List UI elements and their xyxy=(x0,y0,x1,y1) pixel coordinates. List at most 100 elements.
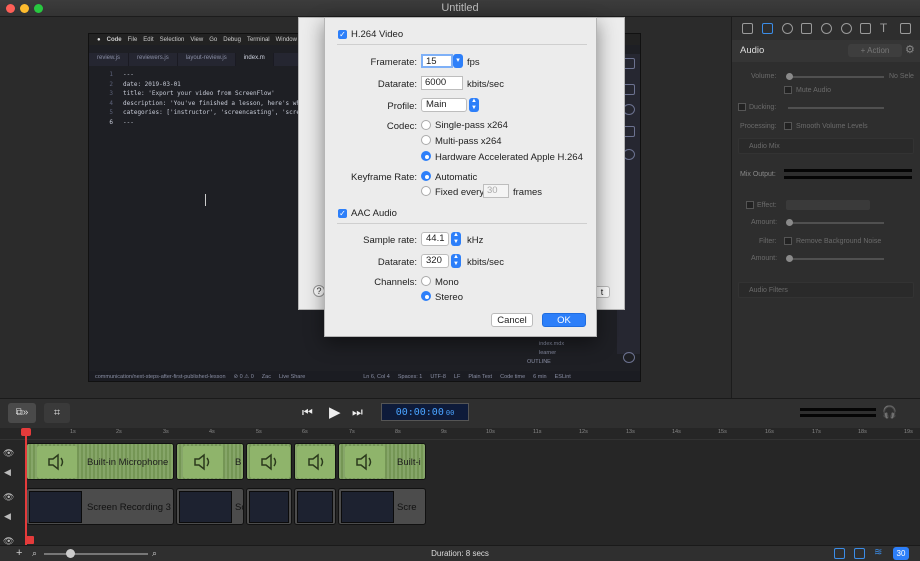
audio-clip[interactable]: Built-i xyxy=(338,443,426,480)
speaker-icon[interactable]: ◀ xyxy=(4,467,11,478)
volume-knob[interactable] xyxy=(786,73,793,80)
touch-callout-tab-icon[interactable] xyxy=(840,22,852,34)
audio-datarate-stepper-icon[interactable]: ▲ ▼ xyxy=(451,254,461,268)
effect-amount-knob[interactable] xyxy=(786,219,793,226)
video-clip[interactable]: Scre xyxy=(338,488,426,525)
codec-single-pass-label: Single-pass x264 xyxy=(435,120,508,131)
playhead[interactable] xyxy=(25,428,27,545)
video-clip[interactable]: Screen Recording 3 xyxy=(26,488,174,525)
screen-recording-tab-icon[interactable] xyxy=(801,22,813,34)
mute-audio-checkbox[interactable] xyxy=(784,86,792,94)
video-thumbnail xyxy=(179,491,232,523)
status-branch: communication/next-steps-after-first-pub… xyxy=(95,373,226,380)
audio-clip-label: Built-i xyxy=(397,457,421,468)
audio-clip[interactable] xyxy=(246,443,292,480)
volume-slider[interactable] xyxy=(788,76,884,78)
status-problems: ⊘ 0 ⚠ 0 xyxy=(233,373,254,380)
layout-toggle-icon[interactable]: ⧉» xyxy=(8,403,36,423)
track-controls-video: 👁 ◀ xyxy=(0,486,22,526)
video-clip[interactable]: Sc xyxy=(176,488,244,525)
effect-amount-label: Amount: xyxy=(751,219,778,226)
text-tab-icon[interactable]: T xyxy=(880,22,891,34)
menu-terminal: Terminal xyxy=(246,36,270,43)
video-clip[interactable] xyxy=(246,488,292,525)
annotations-tab-icon[interactable] xyxy=(860,22,872,34)
codec-hardware-label: Hardware Accelerated Apple H.264 xyxy=(435,152,583,163)
status-eol: LF xyxy=(453,373,461,380)
audio-filters-section[interactable]: Audio Filters xyxy=(738,282,914,298)
play-icon[interactable]: ▶ xyxy=(329,403,341,421)
codec-multi-pass-radio[interactable] xyxy=(421,135,431,145)
aac-audio-checkbox[interactable]: ✓ xyxy=(338,209,347,218)
codec-hardware-radio[interactable] xyxy=(421,151,431,161)
profile-stepper-icon[interactable]: ▲ ▼ xyxy=(469,98,479,112)
video-properties-tab-icon[interactable] xyxy=(742,22,754,34)
audio-datarate-select[interactable]: 320 xyxy=(421,254,449,268)
video-clip[interactable] xyxy=(294,488,336,525)
code-editor: 1 --- 2 date: 2019-03-01 3 title: 'Export y… xyxy=(97,70,327,127)
effect-checkbox[interactable] xyxy=(746,201,754,209)
eye-icon[interactable]: 👁 xyxy=(3,448,14,459)
audio-clip[interactable]: B xyxy=(176,443,244,480)
effect-amount-slider[interactable] xyxy=(788,222,884,224)
datarate-field[interactable]: 6000 xyxy=(421,76,463,90)
ducking-slider[interactable] xyxy=(788,107,884,109)
h264-video-checkbox[interactable]: ✓ xyxy=(338,30,347,39)
audio-mix-section[interactable]: Audio Mix xyxy=(738,138,914,154)
apple-icon: ● xyxy=(97,36,101,43)
samplerate-stepper-icon[interactable]: ▲ ▼ xyxy=(451,232,461,246)
ruler-tick: 11s xyxy=(533,429,542,435)
keyframe-auto-radio[interactable] xyxy=(421,171,431,181)
profile-select[interactable]: Main xyxy=(421,98,467,112)
keyframe-fixed-field[interactable]: 30 xyxy=(483,184,509,198)
ok-button[interactable]: OK xyxy=(542,313,586,327)
audio-waveform-icon[interactable]: ≋ xyxy=(874,547,882,558)
keyframe-fixed-radio[interactable] xyxy=(421,186,431,196)
rewind-icon[interactable]: ⏮ xyxy=(302,405,313,420)
outline-header: OUTLINE xyxy=(527,359,551,365)
gear-icon[interactable]: ⚙ xyxy=(905,43,915,56)
channels-mono-radio[interactable] xyxy=(421,276,431,286)
crop-icon[interactable]: ⌗ xyxy=(44,403,70,423)
track-controls-audio: 👁 ◀ xyxy=(0,442,22,482)
frame-rate-badge[interactable]: 30 xyxy=(893,547,909,560)
transport-bar: ⧉» ⌗ ⏮ ▶ ⏭ 00:00:00 00 🎧 xyxy=(0,398,920,428)
timeline-ruler[interactable]: 1s 2s 3s 4s 5s 6s 7s 8s 9s 10s 11s 12s 1… xyxy=(0,428,920,440)
ruler-tick: 14s xyxy=(672,429,681,435)
headphones-icon[interactable]: 🎧 xyxy=(882,405,897,419)
audio-clip[interactable] xyxy=(294,443,336,480)
effect-select[interactable] xyxy=(786,200,870,210)
captions-icon[interactable] xyxy=(834,548,845,559)
playhead-handle[interactable] xyxy=(21,428,31,436)
fast-forward-icon[interactable]: ⏭ xyxy=(352,405,363,420)
eye-icon[interactable]: 👁 xyxy=(3,492,14,503)
cancel-button[interactable]: Cancel xyxy=(491,313,533,327)
framerate-field[interactable]: 15 xyxy=(421,54,453,68)
mix-output-label: Mix Output: xyxy=(740,171,776,178)
audio-clip[interactable]: Built-in Microphone xyxy=(26,443,174,480)
smooth-volume-checkbox[interactable] xyxy=(784,122,792,130)
video-motion-tab-icon[interactable] xyxy=(781,22,793,34)
remove-noise-checkbox[interactable] xyxy=(784,237,792,245)
filter-amount-knob[interactable] xyxy=(786,255,793,262)
framerate-dropdown-chevron-icon[interactable]: ▾ xyxy=(453,54,463,68)
timeline-tracks[interactable]: 👁 ◀ 👁 ◀ 👁 Built-in Microphone B Built-i … xyxy=(0,440,920,546)
media-icon[interactable] xyxy=(854,548,865,559)
ruler-tick: 12s xyxy=(579,429,588,435)
speaker-icon[interactable]: ◀ xyxy=(4,511,11,522)
menu-go: Go xyxy=(209,36,218,43)
ruler-tick: 13s xyxy=(626,429,635,435)
ruler-tick: 7s xyxy=(349,429,355,435)
codec-single-pass-radio[interactable] xyxy=(421,120,431,130)
callout-tab-icon[interactable] xyxy=(820,22,832,34)
samplerate-select[interactable]: 44.1 xyxy=(421,232,449,246)
audio-properties-tab-icon[interactable] xyxy=(761,22,773,34)
media-library-tab-icon[interactable] xyxy=(899,22,911,34)
add-action-button[interactable]: + Action xyxy=(848,44,902,57)
ducking-checkbox[interactable] xyxy=(738,103,746,111)
channels-stereo-radio[interactable] xyxy=(421,291,431,301)
filter-amount-slider[interactable] xyxy=(788,258,884,260)
inspector-tabs: T xyxy=(732,17,920,39)
record-marker-icon[interactable] xyxy=(26,536,34,544)
profile-label: Profile: xyxy=(387,101,417,112)
